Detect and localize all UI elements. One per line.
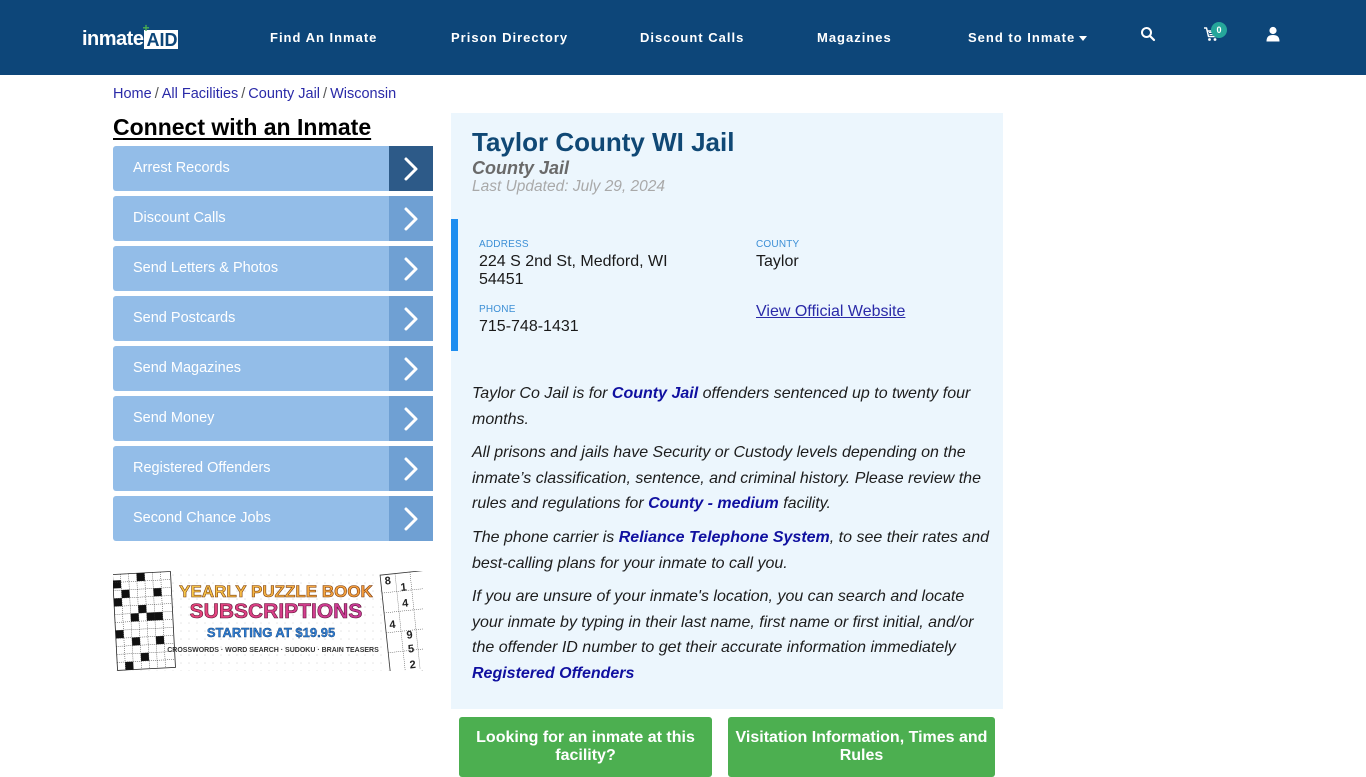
chevron-right-icon: [389, 146, 433, 191]
view-official-website-link[interactable]: View Official Website: [756, 303, 905, 321]
sidebar-item-second-chance-jobs[interactable]: Second Chance Jobs: [113, 496, 433, 541]
user-icon: [1266, 26, 1280, 42]
nav-send-to-inmate-label: Send to Inmate: [968, 30, 1076, 45]
search-button[interactable]: [1140, 26, 1160, 46]
sidebar-menu: Arrest Records Discount Calls Send Lette…: [113, 146, 433, 546]
caret-down-icon: [1079, 36, 1088, 42]
chevron-right-icon: [389, 246, 433, 291]
text: The phone carrier is: [472, 528, 619, 546]
nav-prison-directory[interactable]: Prison Directory: [451, 30, 568, 46]
address-label: ADDRESS: [479, 239, 529, 250]
facility-title: Taylor County WI Jail: [472, 127, 735, 157]
description-paragraph-1: Taylor Co Jail is for County Jail offend…: [472, 381, 992, 432]
puzzle-ad-graphic: 8 1 4 4 9 5 2 YEARLY PUZZLE BOOK SUBSCRI…: [113, 571, 423, 671]
facility-info-card: Taylor County WI Jail County Jail Last U…: [451, 113, 1003, 709]
description-paragraph-4: If you are unsure of your inmate's locat…: [472, 584, 992, 686]
logo-accent: + AID: [142, 22, 179, 50]
description-paragraph-3: The phone carrier is Reliance Telephone …: [472, 525, 992, 576]
inmateaid-logo[interactable]: inmate + AID: [82, 22, 179, 50]
sidebar-item-label: Registered Offenders: [133, 460, 271, 476]
sidebar-item-label: Send Magazines: [133, 360, 242, 376]
nav-send-to-inmate[interactable]: Send to Inmate: [968, 30, 1088, 46]
address-line2: 54451: [479, 271, 524, 288]
phone-label: PHONE: [479, 304, 516, 315]
chevron-right-icon: [389, 496, 433, 541]
breadcrumb-separator: /: [154, 86, 159, 102]
logo-text: inmate: [82, 28, 144, 50]
ad-categories-line: CROSSWORDS · WORD SEARCH · SUDOKU · BRAI…: [167, 647, 379, 654]
account-button[interactable]: [1266, 26, 1286, 46]
visitation-info-button[interactable]: Visitation Information, Times and Rules: [728, 717, 995, 777]
logo-plus-icon: +: [142, 21, 150, 35]
sidebar-item-label: Send Money: [133, 410, 215, 426]
breadcrumb-separator: /: [323, 86, 328, 102]
nav-discount-calls[interactable]: Discount Calls: [640, 30, 744, 46]
sidebar-item-send-magazines[interactable]: Send Magazines: [113, 346, 433, 391]
reliance-telephone-link[interactable]: Reliance Telephone System: [619, 529, 830, 546]
description-paragraph-2: All prisons and jails have Security or C…: [472, 440, 992, 517]
logo-accent-text: AID: [146, 30, 178, 50]
breadcrumb-county-jail[interactable]: County Jail: [248, 86, 320, 102]
last-updated-date: Last Updated: July 29, 2024: [472, 178, 666, 195]
chevron-right-icon: [389, 346, 433, 391]
cart-count-badge: 0: [1211, 22, 1227, 38]
facility-contact-box: ADDRESS 224 S 2nd St, Medford, WI 54451 …: [451, 219, 1003, 351]
sidebar-item-send-money[interactable]: Send Money: [113, 396, 433, 441]
breadcrumb-wisconsin[interactable]: Wisconsin: [330, 86, 396, 102]
find-inmate-at-facility-button[interactable]: Looking for an inmate at this facility?: [459, 717, 712, 777]
county-value: Taylor: [756, 253, 799, 270]
breadcrumb-home[interactable]: Home: [113, 86, 152, 102]
sidebar-item-registered-offenders[interactable]: Registered Offenders: [113, 446, 433, 491]
county-jail-link[interactable]: County Jail: [612, 385, 698, 402]
puzzle-book-ad-banner[interactable]: 8 1 4 4 9 5 2 YEARLY PUZZLE BOOK SUBSCRI…: [113, 571, 423, 671]
sidebar-item-arrest-records[interactable]: Arrest Records: [113, 146, 433, 191]
svg-text:5: 5: [407, 643, 414, 656]
chevron-right-icon: [389, 196, 433, 241]
registered-offenders-link[interactable]: Registered Offenders: [472, 665, 634, 682]
facility-description: Taylor Co Jail is for County Jail offend…: [472, 381, 992, 695]
chevron-right-icon: [389, 296, 433, 341]
top-navigation-bar: inmate + AID Find An Inmate Prison Direc…: [0, 0, 1366, 75]
svg-text:2: 2: [409, 659, 416, 671]
breadcrumb: Home / All Facilities / County Jail / Wisconsi…: [113, 85, 396, 103]
ad-headline-line2: SUBSCRIPTIONS: [190, 600, 363, 623]
sidebar-item-label: Arrest Records: [133, 160, 230, 176]
svg-text:8: 8: [384, 575, 391, 588]
sidebar-item-label: Discount Calls: [133, 210, 226, 226]
nav-magazines[interactable]: Magazines: [817, 30, 892, 46]
address-line1: 224 S 2nd St, Medford, WI: [479, 253, 668, 270]
nav-find-an-inmate[interactable]: Find An Inmate: [270, 30, 377, 46]
phone-value: 715-748-1431: [479, 318, 579, 335]
breadcrumb-all-facilities[interactable]: All Facilities: [162, 86, 239, 102]
text: Taylor Co Jail is for: [472, 385, 612, 402]
ad-headline-line1: YEARLY PUZZLE BOOK: [179, 582, 373, 601]
sidebar-item-label: Send Letters & Photos: [133, 260, 279, 276]
svg-text:9: 9: [406, 629, 413, 642]
facility-type: County Jail: [472, 158, 570, 178]
sidebar-item-label: Second Chance Jobs: [133, 510, 271, 526]
sidebar-item-send-letters-photos[interactable]: Send Letters & Photos: [113, 246, 433, 291]
county-label: COUNTY: [756, 239, 800, 250]
text: If you are unsure of your inmate's locat…: [472, 588, 974, 657]
search-icon: [1141, 27, 1156, 42]
text: facility.: [778, 495, 831, 513]
sidebar-item-send-postcards[interactable]: Send Postcards: [113, 296, 433, 341]
sidebar-item-discount-calls[interactable]: Discount Calls: [113, 196, 433, 241]
svg-text:1: 1: [400, 581, 407, 594]
chevron-right-icon: [389, 446, 433, 491]
sidebar-item-label: Send Postcards: [133, 310, 236, 326]
breadcrumb-separator: /: [241, 86, 246, 102]
ad-price-line: STARTING AT $19.95: [207, 625, 335, 640]
connect-with-inmate-heading: Connect with an Inmate: [113, 114, 372, 140]
crossword-grid-graphic: [113, 571, 176, 671]
chevron-right-icon: [389, 396, 433, 441]
county-medium-link[interactable]: County - medium: [648, 495, 779, 512]
